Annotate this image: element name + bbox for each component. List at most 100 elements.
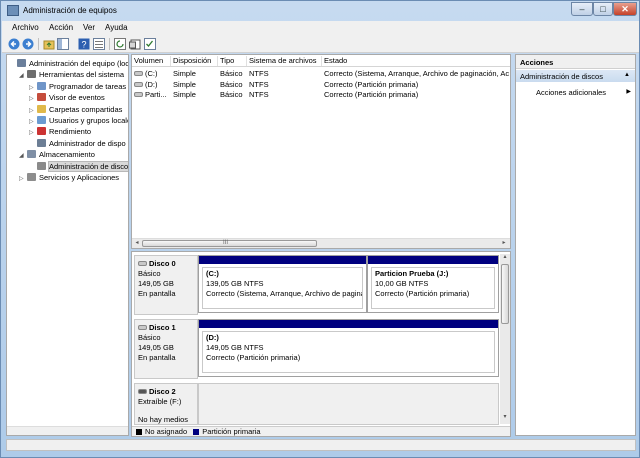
partition-size: 149,05 GB NTFS xyxy=(206,343,264,352)
partition-name: (C:) xyxy=(206,269,219,278)
back-arrow-icon[interactable] xyxy=(8,38,20,50)
help-icon[interactable]: ? xyxy=(78,38,90,50)
close-button[interactable]: ✕ xyxy=(613,2,637,16)
checklist-icon[interactable] xyxy=(144,38,156,50)
tree-item[interactable]: ▷ Programador de tareas xyxy=(29,81,126,92)
volume-icon xyxy=(134,81,143,87)
column-sistema-archivos[interactable]: Sistema de archivos xyxy=(247,56,322,66)
maximize-button[interactable]: □ xyxy=(593,2,613,16)
volume-row[interactable]: (C:) Simple Básico NTFS Correcto (Sistema, A… xyxy=(132,69,510,79)
volume-cell-text: Correcto (Sistema, Arranque, Archivo de … xyxy=(324,69,510,78)
volume-cell: Parti... xyxy=(134,90,171,100)
title-bar[interactable]: Administración de equipos – □ ✕ xyxy=(1,1,639,21)
tree-item-label: Usuarios y grupos locale xyxy=(49,116,129,125)
volume-list-header: Volumen Disposición Tipo Sistema de arch… xyxy=(132,55,510,67)
tree-item[interactable]: ◢ Almacenamiento xyxy=(19,149,95,160)
tree-item[interactable]: ◢ Herramientas del sistema xyxy=(19,69,124,80)
minimize-button[interactable]: – xyxy=(571,2,593,16)
expand-icon[interactable]: ◢ xyxy=(19,71,27,82)
tree-item[interactable]: ▷ Visor de eventos xyxy=(29,92,105,103)
volume-row[interactable]: (D:) Simple Básico NTFS Correcto (Partición … xyxy=(132,80,510,90)
partition-name: (D:) xyxy=(206,333,219,342)
tree-node-icon xyxy=(17,59,26,67)
partition-size: 10,00 GB NTFS xyxy=(375,279,429,288)
show-hide-tree-icon[interactable] xyxy=(57,38,69,50)
column-estado[interactable]: Estado xyxy=(322,56,510,66)
toolbar-separator xyxy=(38,38,39,50)
primary-partition-swatch xyxy=(193,429,200,435)
disk-2-type: Extraíble (F:) xyxy=(138,397,182,406)
partition-status: Correcto (Sistema, Arranque, Archivo de … xyxy=(206,289,363,298)
more-actions-item[interactable]: Acciones adicionales ▶ xyxy=(536,88,631,97)
volume-cell: Simple xyxy=(173,90,219,100)
tree-item[interactable]: Administrador de dispo xyxy=(29,138,126,149)
actions-section-disk-management[interactable]: Administración de discos ▲ xyxy=(516,70,635,82)
disk-1-state: En pantalla xyxy=(138,353,176,362)
volume-cell-text: (C:) xyxy=(145,69,158,78)
more-actions-label: Acciones adicionales xyxy=(536,88,607,97)
tree-item[interactable]: ▷ Servicios y Aplicaciones xyxy=(19,172,119,183)
partition-j[interactable]: Particion Prueba (J:) 10,00 GB NTFS Corr… xyxy=(367,255,499,313)
scrollbar-thumb[interactable]: III xyxy=(142,240,317,247)
scroll-left-icon[interactable]: ◂ xyxy=(133,240,141,247)
menu-archivo[interactable]: Archivo xyxy=(12,23,39,32)
forward-arrow-icon[interactable] xyxy=(22,38,34,50)
volume-cell-text: Correcto (Partición primaria) xyxy=(324,79,419,89)
volume-list-horizontal-scrollbar[interactable]: ◂ III ▸ xyxy=(132,238,510,248)
tree-item-label: Administrador de dispo xyxy=(49,138,126,148)
volume-cell: NTFS xyxy=(249,69,323,79)
toolbar-separator xyxy=(109,38,110,50)
partition-size: 139,05 GB NTFS xyxy=(206,279,264,288)
empty-media-area xyxy=(198,383,499,425)
disk-0-label[interactable]: Disco 0 Básico 149,05 GB En pantalla xyxy=(134,255,198,315)
tree-node-icon xyxy=(37,138,46,147)
tree-item[interactable]: Administración de disco xyxy=(29,160,128,172)
disk-0-name: Disco 0 xyxy=(149,259,176,268)
menu-accion[interactable]: Acción xyxy=(49,23,73,32)
tree-node-icon xyxy=(37,93,46,102)
disk-2-name: Disco 2 xyxy=(149,387,176,396)
refresh-icon[interactable] xyxy=(114,38,126,50)
disk-map-vertical-scrollbar[interactable]: ▴ ▾ xyxy=(500,254,510,424)
toolbar: ? xyxy=(2,35,639,53)
expand-icon[interactable]: ◢ xyxy=(19,151,27,162)
legend: No asignado Partición primaria xyxy=(132,426,510,436)
volume-cell-text: Simple xyxy=(173,69,196,78)
partition-d[interactable]: (D:) 149,05 GB NTFS Correcto (Partición … xyxy=(198,319,499,377)
scrollbar-thumb[interactable] xyxy=(501,264,509,324)
tree-node-icon xyxy=(27,173,36,181)
primary-partition-bar xyxy=(199,320,498,328)
tree-item[interactable]: ▷ Rendimiento xyxy=(29,126,91,137)
column-volumen[interactable]: Volumen xyxy=(132,56,171,66)
partition-c[interactable]: (C:) 139,05 GB NTFS Correcto (Sistema, A… xyxy=(198,255,367,313)
tree-item-label: Herramientas del sistema xyxy=(39,70,125,80)
tree-item[interactable]: Administración del equipo (loc xyxy=(9,58,128,69)
tree-item-label: Programador de tareas xyxy=(49,81,127,91)
tree-item[interactable]: ▷ Usuarios y grupos locale xyxy=(29,115,129,126)
menu-bar: Archivo Acción Ver Ayuda xyxy=(2,21,639,35)
console-tree: Administración del equipo (loc ◢ Herramien… xyxy=(6,54,129,436)
column-disposicion[interactable]: Disposición xyxy=(171,56,218,66)
partition-name: Particion Prueba (J:) xyxy=(375,269,449,278)
export-list-icon[interactable] xyxy=(129,38,141,50)
volume-row[interactable]: Parti... Simple Básico NTFS Correcto (Partic… xyxy=(132,90,510,100)
scroll-right-icon[interactable]: ▸ xyxy=(500,240,508,247)
menu-ver[interactable]: Ver xyxy=(83,23,95,32)
scroll-up-icon[interactable]: ▴ xyxy=(501,254,509,261)
properties-icon[interactable] xyxy=(93,38,105,50)
disk-2-state: No hay medios xyxy=(138,415,189,424)
app-window: Administración de equipos – □ ✕ Archivo … xyxy=(0,0,640,458)
expand-icon[interactable]: ▷ xyxy=(19,174,27,185)
disk-2-label[interactable]: Disco 2 Extraíble (F:) No hay medios xyxy=(134,383,198,425)
actions-pane: Acciones Administración de discos ▲ Acci… xyxy=(515,54,636,436)
tree-horizontal-scrollbar[interactable] xyxy=(7,426,128,435)
collapse-icon[interactable]: ▲ xyxy=(624,72,630,78)
menu-ayuda[interactable]: Ayuda xyxy=(105,23,128,32)
tree-node-icon xyxy=(27,150,36,159)
disk-1-label[interactable]: Disco 1 Básico 149,05 GB En pantalla xyxy=(134,319,198,379)
disk-1-name: Disco 1 xyxy=(149,323,176,332)
tree-item[interactable]: ▷ Carpetas compartidas xyxy=(29,104,122,115)
column-tipo[interactable]: Tipo xyxy=(218,56,247,66)
scroll-down-icon[interactable]: ▾ xyxy=(501,414,509,421)
up-folder-icon[interactable] xyxy=(43,38,55,50)
